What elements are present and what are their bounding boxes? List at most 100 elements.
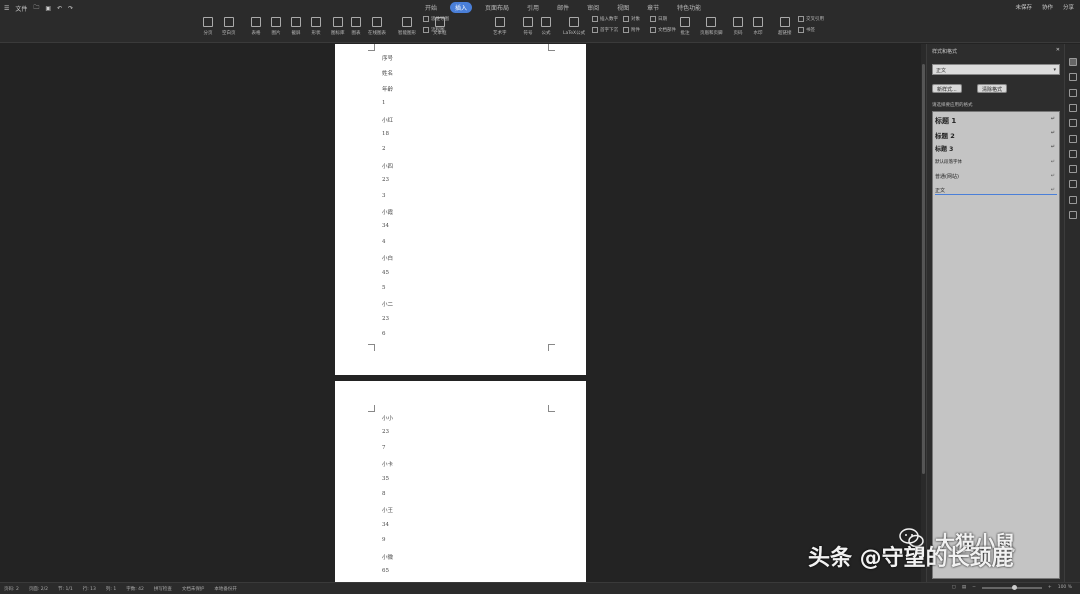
status-item[interactable]: 本地备份开 <box>214 586 237 592</box>
document-line[interactable]: 小微 <box>382 553 393 561</box>
tab-1[interactable]: 插入 <box>450 2 473 13</box>
scrollbar-thumb[interactable] <box>922 64 925 474</box>
document-line[interactable]: 小霞 <box>382 208 393 216</box>
ribbon-button-18[interactable]: 水印 <box>753 17 763 36</box>
document-line[interactable]: 65 <box>382 568 389 574</box>
open-icon[interactable]: 🗀 <box>33 3 39 13</box>
tab-8[interactable]: 特色功能 <box>672 2 706 13</box>
document-line[interactable]: 姓名 <box>382 69 393 77</box>
view-mode-icon[interactable]: ▢ <box>952 585 956 590</box>
document-line[interactable]: 23 <box>382 429 389 435</box>
document-line[interactable]: 5 <box>382 285 386 291</box>
file-menu[interactable]: 文件 <box>15 4 27 13</box>
ribbon-button-16[interactable]: 页眉和页脚 <box>700 17 723 36</box>
undo-icon[interactable]: ↶ <box>57 5 62 12</box>
ribbon-button-7[interactable]: 图表 <box>351 17 361 36</box>
zoom-level[interactable]: 100 % <box>1058 585 1072 590</box>
document-line[interactable]: 小白 <box>382 254 393 262</box>
template-icon[interactable] <box>1069 195 1077 204</box>
panel-close-icon[interactable]: ✕ <box>1056 47 1060 53</box>
shapes-icon[interactable] <box>1069 73 1077 82</box>
ribbon-button-8[interactable]: 在线图表 <box>368 17 386 36</box>
adjust-icon[interactable] <box>1069 165 1077 174</box>
ribbon-button-17[interactable]: 页码 <box>733 17 743 36</box>
ribbon-button-0[interactable]: 分页 <box>203 17 213 36</box>
ribbon-small-item[interactable]: 日期 <box>650 16 667 22</box>
tab-5[interactable]: 审阅 <box>582 2 604 13</box>
ribbon-button-19[interactable]: 超链接 <box>778 17 792 36</box>
zoom-in-icon[interactable]: + <box>1048 585 1052 590</box>
cursor-icon[interactable] <box>1069 134 1077 143</box>
style-item[interactable]: 普通(网站) ↵ <box>935 173 1057 180</box>
ribbon-button-11[interactable]: 艺术字 <box>493 17 507 36</box>
tab-7[interactable]: 章节 <box>642 2 664 13</box>
ribbon-small-item[interactable]: 交叉引用 <box>798 16 824 22</box>
chart-icon[interactable] <box>1069 103 1077 112</box>
document-line[interactable]: 34 <box>382 223 389 229</box>
tab-3[interactable]: 引用 <box>522 2 544 13</box>
tab-6[interactable]: 视图 <box>612 2 634 13</box>
ribbon-button-4[interactable]: 截屏 <box>291 17 301 36</box>
new-style-button[interactable]: 新样式... <box>932 84 962 93</box>
style-item[interactable]: 标题 3 ↵ <box>935 144 1057 153</box>
ribbon-small-item[interactable]: 附件 <box>623 27 640 33</box>
page-1[interactable]: 序号 姓名 年龄 1 小红 18 2 小四 23 3 小霞 34 4 小白 45 5 小二 23 6 <box>335 44 586 375</box>
menu-icon[interactable]: ☰ <box>4 5 9 12</box>
style-item[interactable]: 标题 1 ↵ <box>935 116 1057 126</box>
ribbon-button-1[interactable]: 空白页 <box>222 17 236 36</box>
styles-icon[interactable] <box>1069 58 1077 66</box>
view-mode-icon[interactable]: ▤ <box>962 585 966 590</box>
zoom-knob[interactable] <box>1011 584 1017 590</box>
ribbon-small-item[interactable]: 首字下沉 <box>592 27 618 33</box>
share-button[interactable]: 分享 <box>1063 3 1074 11</box>
ribbon-small-item[interactable]: 插入数字 <box>592 16 618 22</box>
document-line[interactable]: 35 <box>382 476 389 482</box>
save-icon[interactable]: ▣ <box>45 5 51 12</box>
document-line[interactable]: 2 <box>382 146 386 152</box>
clear-format-button[interactable]: 清除格式 <box>977 84 1008 93</box>
padlock-icon[interactable] <box>1069 149 1077 158</box>
ribbon-small-item[interactable]: 流程图 <box>423 27 445 33</box>
document-line[interactable]: 小四 <box>382 162 393 170</box>
document-line[interactable]: 小红 <box>382 116 393 124</box>
document-line[interactable]: 9 <box>382 537 386 543</box>
document-line[interactable]: 8 <box>382 491 386 497</box>
document-line[interactable]: 小二 <box>382 300 393 308</box>
zoom-out-icon[interactable]: − <box>972 585 976 590</box>
document-line[interactable]: 小卡 <box>382 460 393 468</box>
page-2[interactable]: 小小 23 7 小卡 35 8 小王 34 9 小微 65 <box>335 381 586 582</box>
redo-icon[interactable]: ↷ <box>68 5 73 12</box>
ribbon-small-item[interactable]: 文档部件 <box>650 27 676 33</box>
document-line[interactable]: 4 <box>382 239 386 245</box>
ribbon-small-item[interactable]: 对象 <box>623 16 640 22</box>
tab-0[interactable]: 开始 <box>420 2 442 13</box>
ribbon-button-12[interactable]: 符号 <box>523 17 533 36</box>
ribbon-button-5[interactable]: 形状 <box>311 17 321 36</box>
document-line[interactable]: 18 <box>382 131 389 137</box>
status-item[interactable]: 文档未保护 <box>182 586 205 592</box>
picture-icon[interactable] <box>1069 211 1077 219</box>
ribbon-button-6[interactable]: 图标库 <box>331 17 345 36</box>
style-item[interactable]: 标题 2 ↵ <box>935 130 1057 140</box>
lock-icon[interactable] <box>1069 88 1077 97</box>
current-style-dropdown[interactable]: 正文 ▾ <box>932 64 1060 75</box>
document-line[interactable]: 45 <box>382 270 389 276</box>
zoom-slider[interactable] <box>981 584 1042 590</box>
document-line[interactable]: 7 <box>382 445 386 451</box>
style-item[interactable]: 正文 ↵ <box>935 187 1057 195</box>
settings-icon[interactable] <box>1069 119 1077 128</box>
tab-2[interactable]: 页面布局 <box>480 2 514 13</box>
document-line[interactable]: 年龄 <box>382 85 393 93</box>
collab-button[interactable]: 协作 <box>1042 3 1053 11</box>
document-line[interactable]: 34 <box>382 522 389 528</box>
style-item[interactable]: 默认段落字体 ↵ <box>935 159 1057 165</box>
ribbon-button-13[interactable]: 公式 <box>541 17 551 36</box>
history-icon[interactable] <box>1069 180 1077 189</box>
ribbon-button-3[interactable]: 图片 <box>271 17 281 36</box>
ribbon-button-9[interactable]: 智能图形 <box>398 17 416 36</box>
document-line[interactable]: 1 <box>382 100 386 106</box>
document-line[interactable]: 23 <box>382 177 389 183</box>
document-line[interactable]: 6 <box>382 331 386 337</box>
tab-4[interactable]: 邮件 <box>552 2 574 13</box>
document-line[interactable]: 小王 <box>382 506 393 514</box>
